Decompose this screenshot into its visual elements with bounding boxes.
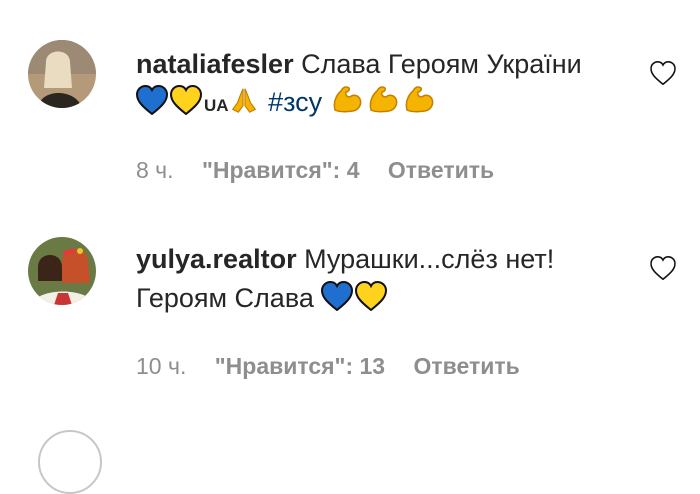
reply-button[interactable]: Ответить	[388, 157, 494, 183]
likes-count[interactable]: "Нравится": 4	[202, 157, 360, 183]
ua-text: UA	[204, 96, 229, 115]
comment-text-line: Слава Героям України	[301, 49, 582, 79]
avatar[interactable]	[28, 237, 96, 305]
avatar[interactable]	[38, 430, 102, 494]
timestamp[interactable]: 8 ч.	[136, 157, 174, 183]
like-button[interactable]	[650, 256, 676, 282]
likes-count[interactable]: "Нравится": 13	[215, 353, 385, 379]
hashtag-link[interactable]: #зсу	[268, 87, 322, 117]
heart-outline-icon	[650, 256, 676, 280]
username[interactable]: nataliafesler	[136, 49, 294, 79]
username[interactable]: yulya.realtor	[136, 244, 297, 274]
folded-hands-emoji	[229, 85, 259, 125]
reply-button[interactable]: Ответить	[413, 353, 519, 379]
flexed-biceps-emoji	[330, 83, 364, 125]
like-button[interactable]	[650, 61, 676, 87]
yellow-heart-emoji	[170, 85, 202, 125]
blue-heart-emoji	[321, 281, 353, 321]
comment-text: nataliafesler Слава Героям України	[136, 45, 582, 83]
comment-emoji-line: UA #зсу	[136, 83, 438, 125]
heart-outline-icon	[650, 61, 676, 85]
comment-text-line2: Героям Слава	[136, 279, 389, 321]
comment-meta: 8 ч. "Нравится": 4 Ответить	[136, 157, 516, 184]
comment-meta: 10 ч. "Нравится": 13 Ответить	[136, 353, 542, 380]
yellow-heart-emoji	[355, 281, 387, 321]
flexed-biceps-emoji	[366, 83, 400, 125]
comment-text: yulya.realtor Мурашки...слёз нет!	[136, 240, 554, 278]
avatar[interactable]	[28, 40, 96, 108]
timestamp[interactable]: 10 ч.	[136, 353, 186, 379]
flexed-biceps-emoji	[402, 83, 436, 125]
comment-text-line: Мурашки...слёз нет!	[304, 244, 555, 274]
blue-heart-emoji	[136, 85, 168, 125]
comment-text-line: Героям Слава	[136, 283, 314, 313]
